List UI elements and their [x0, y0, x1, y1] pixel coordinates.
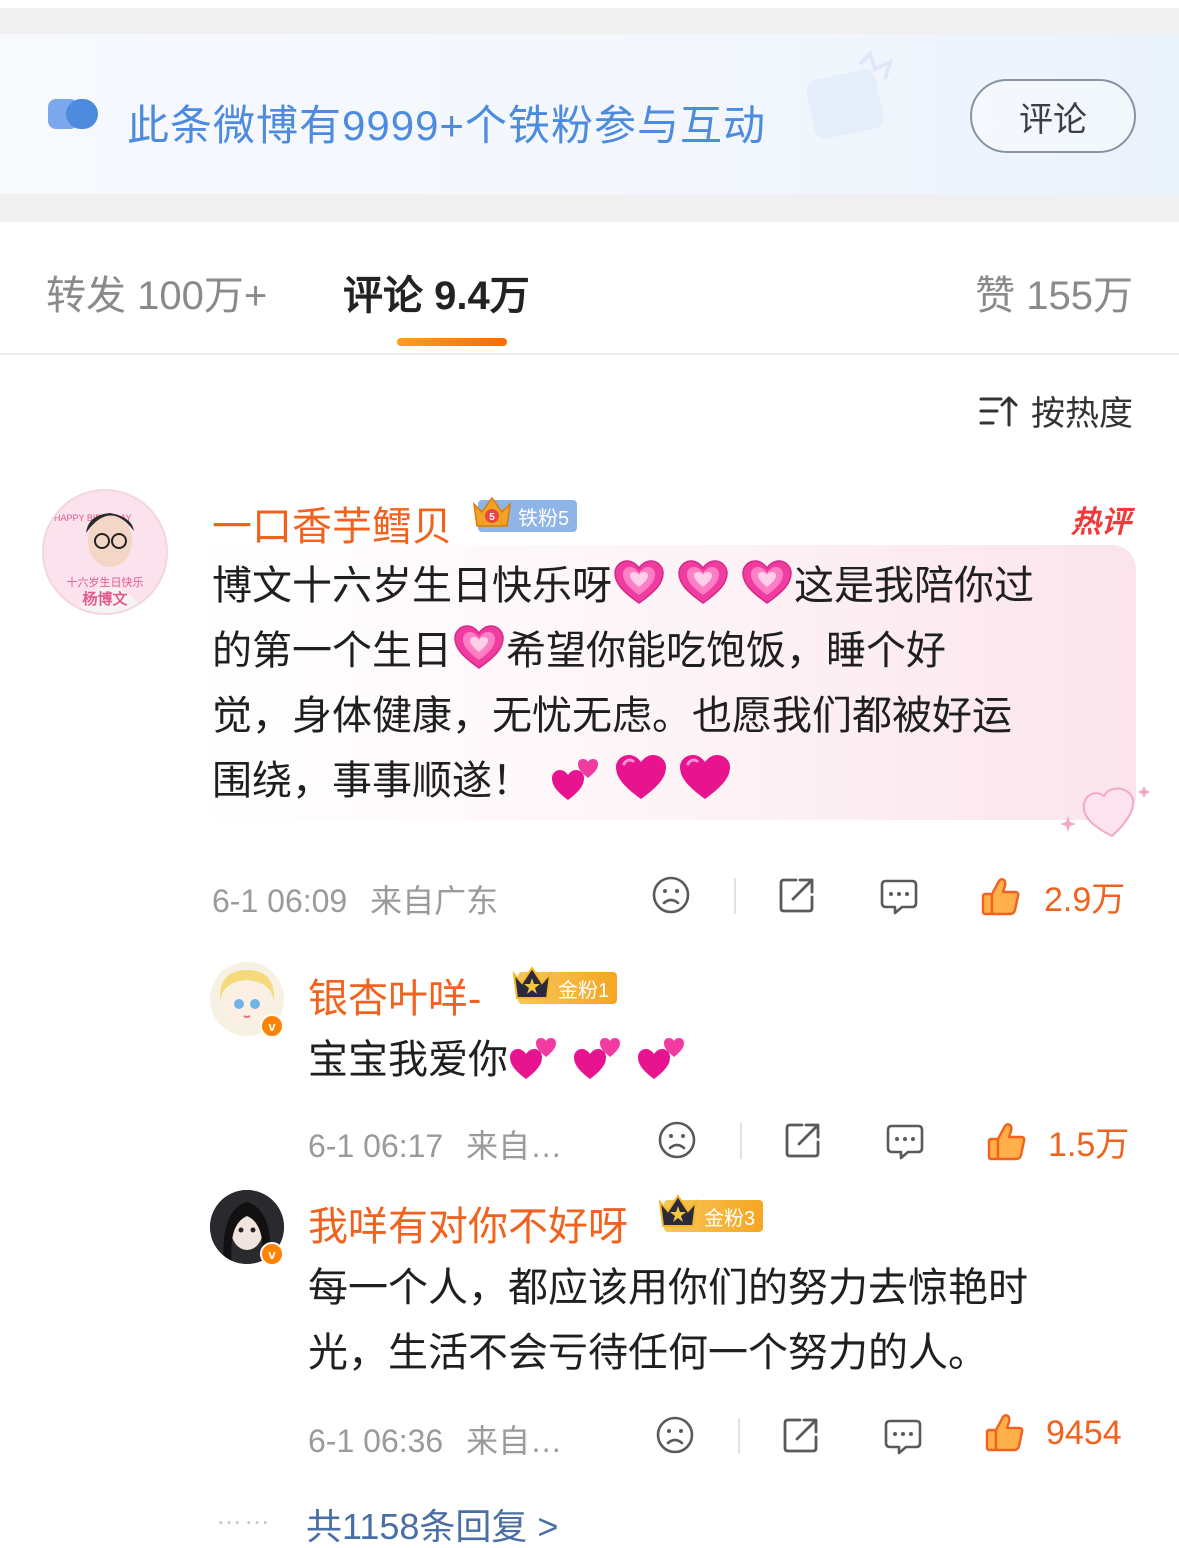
more-replies-dots: …… — [216, 1500, 272, 1530]
like-button[interactable]: 1.5万 — [986, 1117, 1129, 1166]
sort-button[interactable]: 按热度 — [979, 386, 1133, 435]
divider — [740, 1123, 742, 1159]
heart-emoji-icon — [678, 754, 732, 802]
comment-line: 希望你能吃饱饭，睡个好 — [506, 629, 946, 673]
comment-text: 博文十六岁生日快乐呀 这是我陪你过 的第一个生日 希望你能吃饱饭，睡个好 觉，身体健… — [212, 554, 1132, 814]
badge-label: 金粉1 — [558, 979, 610, 1002]
tab-active-indicator — [397, 338, 507, 346]
banner-comment-button[interactable]: 评论 — [970, 79, 1136, 153]
reply-text-line: 每一个人，都应该用你们的努力去惊艳时 — [308, 1266, 1028, 1310]
tab-divider — [0, 353, 1179, 355]
reply-location: 来自… — [466, 1128, 563, 1164]
share-icon[interactable] — [782, 1119, 824, 1161]
crown-icon — [470, 490, 514, 534]
like-button[interactable]: 2.9万 — [980, 872, 1125, 921]
reply-text: 每一个人，都应该用你们的努力去惊艳时 光，生活不会亏待任何一个努力的人。 — [308, 1256, 1028, 1386]
thumbs-up-icon — [984, 1412, 1026, 1454]
comment-icon[interactable] — [884, 1120, 926, 1162]
badge-label: 金粉3 — [704, 1207, 756, 1230]
reply-location: 来自… — [466, 1423, 563, 1459]
heart-emoji-icon — [452, 624, 506, 672]
comment-icon[interactable] — [878, 875, 920, 917]
thumbs-up-icon — [980, 876, 1022, 918]
reply-meta: 6-1 06:17 来自… — [308, 1121, 562, 1167]
double-heart-emoji-icon — [572, 1033, 626, 1081]
reply-text-line: 光，生活不会亏待任何一个努力的人。 — [308, 1331, 988, 1375]
share-icon[interactable] — [776, 874, 818, 916]
comment-meta: 6-1 06:09 来自广东 — [212, 876, 498, 922]
share-icon[interactable] — [780, 1414, 822, 1456]
heart-emoji-icon — [614, 754, 668, 802]
reply-text-line: 宝宝我爱你 — [308, 1038, 508, 1082]
dislike-face-icon[interactable] — [650, 874, 692, 916]
thumbs-up-icon — [986, 1121, 1028, 1163]
divider — [738, 1418, 740, 1454]
tab-repost[interactable]: 转发 100万+ — [46, 263, 267, 321]
reply-time: 6-1 06:17 — [308, 1128, 444, 1164]
reply-username[interactable]: 银杏叶咩- — [308, 966, 481, 1024]
crown-icon — [510, 962, 554, 1006]
double-heart-emoji-icon — [508, 1033, 562, 1081]
like-button[interactable]: 9454 — [984, 1412, 1122, 1454]
sort-label: 按热度 — [1031, 395, 1133, 433]
dislike-face-icon[interactable] — [656, 1119, 698, 1161]
more-replies-link[interactable]: 共1158条回复 > — [306, 1498, 558, 1548]
reply-username[interactable]: 我咩有对你不好呀 — [308, 1194, 628, 1252]
divider — [734, 878, 736, 914]
hot-comment-tag: 热评 — [1071, 506, 1131, 539]
heart-emoji-icon — [740, 559, 794, 607]
iron-fan-banner: 此条微博有9999+个铁粉参与互动 评论 — [0, 34, 1179, 194]
comment-line: 博文十六岁生日快乐呀 — [212, 564, 612, 608]
heart-emoji-icon — [612, 559, 666, 607]
avatar[interactable]: HAPPY BIRTHDAY 十六岁生日快乐 杨博文 — [42, 489, 168, 615]
reply-meta: 6-1 06:36 来自… — [308, 1416, 562, 1462]
comment-line: 围绕，事事顺遂！ — [212, 759, 532, 803]
sort-icon — [979, 396, 1018, 426]
avatar-caption: 杨博文 — [82, 590, 128, 608]
avatar-image: HAPPY BIRTHDAY 十六岁生日快乐 杨博文 — [44, 491, 166, 613]
crown-icon — [656, 1190, 700, 1234]
reply-text: 宝宝我爱你 — [308, 1028, 690, 1093]
comment-username[interactable]: 一口香芋鳕贝 — [212, 494, 452, 552]
double-heart-emoji-icon — [636, 1033, 690, 1081]
reply-time: 6-1 06:36 — [308, 1423, 444, 1459]
like-count: 2.9万 — [1044, 881, 1126, 919]
double-circle-icon — [48, 99, 98, 129]
comment-line: 觉，身体健康，无忧无虑。也愿我们都被好运 — [212, 694, 1012, 738]
comment-time: 6-1 06:09 — [212, 883, 348, 919]
badge-label: 铁粉5 — [518, 507, 570, 530]
top-strip — [0, 0, 1179, 8]
section-gap — [0, 194, 1179, 222]
banner-text: 此条微博有9999+个铁粉参与互动 — [127, 102, 766, 149]
verified-badge-icon: v — [260, 1242, 284, 1266]
verified-badge-icon: v — [260, 1014, 284, 1038]
comment-location: 来自广东 — [370, 883, 499, 919]
tab-comments[interactable]: 评论 9.4万 — [343, 263, 530, 321]
tab-likes[interactable]: 赞 155万 — [975, 263, 1133, 321]
like-count: 9454 — [1046, 1413, 1122, 1452]
comment-icon[interactable] — [882, 1415, 924, 1457]
avatar-caption: 十六岁生日快乐 — [67, 575, 144, 589]
top-gap — [0, 8, 1179, 34]
comment-line: 这是我陪你过 — [794, 564, 1034, 608]
heart-emoji-icon — [676, 559, 730, 607]
double-heart-emoji-icon — [550, 754, 604, 802]
comment-line: 的第一个生日 — [212, 629, 452, 673]
dislike-face-icon[interactable] — [654, 1414, 696, 1456]
like-count: 1.5万 — [1048, 1126, 1130, 1164]
banner-decoration-icon — [806, 50, 894, 139]
